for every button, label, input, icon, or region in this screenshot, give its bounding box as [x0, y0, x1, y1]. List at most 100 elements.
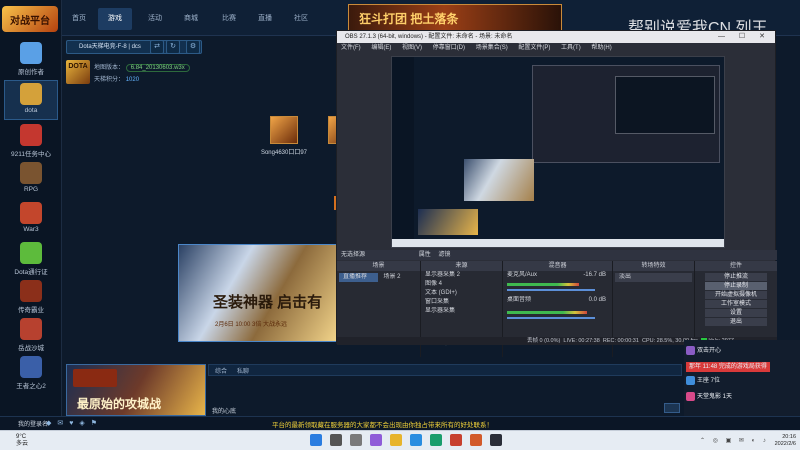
game-ad-banner[interactable]: 圣装神器 启击有 2月6日 10:00 3倍 大战永远	[178, 244, 338, 342]
chat-message: 天堂鬼影 1天	[686, 392, 732, 402]
volume-slider[interactable]	[507, 317, 595, 319]
tab-matches[interactable]: 比赛	[212, 8, 246, 30]
settings-icon[interactable]: ⚙	[186, 40, 200, 54]
source-item[interactable]: 显示器采集 2	[421, 271, 502, 280]
menu-help[interactable]: 帮助(H)	[591, 45, 611, 51]
studio-mode-button[interactable]: 工作室模式	[705, 300, 767, 308]
quick-actions-icon[interactable]: ◆✉♥◈⚑	[46, 419, 103, 427]
obs-title: OBS 27.1.3 (64-bit, windows) - 配置文件: 未命名…	[345, 34, 513, 40]
source-item[interactable]: 文本 (GDI+)	[421, 289, 502, 298]
settings-button[interactable]: 设置	[705, 309, 767, 317]
window-controls[interactable]: — ☐ ✕	[718, 31, 771, 43]
tab-community[interactable]: 社区	[284, 8, 318, 30]
game-platform-icon[interactable]	[450, 434, 462, 446]
clock[interactable]: 20:16 2022/2/6	[775, 434, 796, 448]
chat-send-button[interactable]	[664, 403, 680, 413]
search-icon[interactable]	[330, 434, 342, 446]
obs-preview[interactable]	[391, 56, 725, 248]
game-icon[interactable]	[470, 434, 482, 446]
sources-title: 来源	[421, 261, 502, 271]
exit-button[interactable]: 退出	[705, 318, 767, 326]
sidebar-item-task-center[interactable]: 9211任务中心	[4, 122, 58, 162]
clock-time: 20:16	[782, 434, 796, 440]
sidebar-item-king-heart[interactable]: 王者之心2	[4, 354, 58, 394]
message-text: 双击开心	[697, 348, 722, 355]
obs-icon[interactable]	[490, 434, 502, 446]
siege-ad-banner[interactable]: 最原始的攻城战	[66, 364, 206, 416]
tab-home[interactable]: 首页	[62, 8, 96, 30]
message-text: 天堂鬼影 1天	[697, 394, 733, 401]
sidebar-item-war3[interactable]: War3	[4, 200, 58, 240]
edge-icon[interactable]	[410, 434, 422, 446]
stop-recording-button[interactable]: 停止录制	[705, 282, 767, 290]
obs-titlebar: OBS 27.1.3 (64-bit, windows) - 配置文件: 未命名…	[337, 31, 775, 43]
message-text: 王座 7位	[697, 378, 721, 385]
preview-taskbar	[392, 239, 724, 247]
task-view-icon[interactable]	[350, 434, 362, 446]
start-icon[interactable]	[310, 434, 322, 446]
refresh-icon[interactable]: ↻	[166, 40, 180, 54]
chat-input[interactable]: 我的心底	[212, 406, 236, 415]
user-avatar	[686, 392, 695, 401]
store-icon[interactable]	[430, 434, 442, 446]
menu-docks[interactable]: 停靠窗口(D)	[433, 45, 465, 51]
tab-events[interactable]: 活动	[138, 8, 172, 30]
chat-app-icon[interactable]	[370, 434, 382, 446]
weather-text: 多云	[16, 441, 29, 447]
sidebar-item-rpg[interactable]: RPG	[4, 160, 58, 200]
virtual-camera-button[interactable]: 开始虚拟摄像机	[705, 291, 767, 299]
volume-slider[interactable]	[507, 289, 595, 291]
menu-view[interactable]: 视图(V)	[402, 45, 422, 51]
sidebar-item-label: War3	[23, 226, 39, 233]
source-item[interactable]: 图像 4	[421, 280, 502, 289]
sidebar-item-label: dota	[24, 107, 38, 114]
king-heart-icon	[20, 356, 42, 378]
weather-temp: 9°C	[16, 434, 27, 440]
menu-file[interactable]: 文件(F)	[341, 45, 361, 51]
obs-window: OBS 27.1.3 (64-bit, windows) - 配置文件: 未命名…	[336, 30, 777, 357]
sidebar-item-dota-pass[interactable]: Dota通行证	[4, 240, 58, 280]
scene-item[interactable]: 直播推荐	[339, 273, 378, 282]
player-slot[interactable]: Song4630口口97	[260, 116, 308, 156]
menu-tools[interactable]: 工具(T)	[561, 45, 581, 51]
tab-store[interactable]: 商城	[174, 8, 208, 30]
swap-icon[interactable]: ⇄	[150, 40, 164, 54]
menu-edit[interactable]: 编辑(E)	[371, 45, 391, 51]
chat-message: 双击开心	[686, 346, 721, 356]
obs-docks: 场景 直播推荐 场景 2 +−⌃⌄ 来源 显示器采集 2 图像 4 文本 (GD…	[337, 261, 777, 357]
sidebar-item-siege[interactable]: 岳战沙城	[4, 316, 58, 356]
sidebar-item-legend[interactable]: 传奇霸业	[4, 278, 58, 318]
preview-nested-window-inner	[615, 76, 715, 134]
audio-meter	[507, 311, 587, 314]
score-label: 天梯积分：	[94, 77, 125, 83]
transition-select[interactable]: 淡出	[615, 273, 692, 282]
stop-streaming-button[interactable]: 停止推流	[705, 273, 767, 281]
system-tray-icons[interactable]: ⌃ ◎ ▣ ✉ ◐ ♪	[700, 437, 769, 444]
announcement-text: 平台的最新领取藏在服务器的大家都不会出现由你独占带来所有的好处联系！	[272, 422, 493, 429]
sidebar-item-author[interactable]: 原创作者	[4, 40, 58, 80]
menu-profile[interactable]: 配置文件(P)	[518, 45, 550, 51]
rpg-icon	[20, 162, 42, 184]
tab-private-chat[interactable]: 私聊	[237, 366, 249, 375]
properties-button[interactable]: 属性	[419, 252, 431, 258]
weather-widget[interactable]: 9°C 多云	[16, 434, 28, 448]
filters-button[interactable]: 滤镜	[438, 252, 450, 258]
map-version-label: 地图版本：	[94, 65, 125, 71]
source-item[interactable]: 窗口采集	[421, 298, 502, 307]
map-version-value[interactable]: 6.84_20130603.w3x	[125, 64, 190, 72]
tab-live[interactable]: 直播	[248, 8, 282, 30]
ad-title: 最原始的攻城战	[77, 397, 162, 411]
room-tab[interactable]: Dota天梯电竞-F-8 | dcs	[66, 40, 202, 54]
sidebar-item-dota[interactable]: dota	[4, 80, 58, 120]
scene-item[interactable]: 场景 2	[380, 273, 419, 282]
tab-general-chat[interactable]: 综合	[215, 366, 227, 375]
live-timer: LIVE: 00:27:38	[563, 338, 600, 344]
tab-games[interactable]: 游戏	[98, 8, 132, 30]
ad-logo	[73, 369, 117, 387]
channel-db: -16.7 dB	[583, 272, 606, 278]
current-user[interactable]: 我的登录名	[18, 419, 48, 428]
menu-scene-collection[interactable]: 场景集合(S)	[476, 45, 508, 51]
platform-logo[interactable]: 对战平台	[2, 6, 58, 32]
file-explorer-icon[interactable]	[390, 434, 402, 446]
source-item[interactable]: 显示器采集	[421, 307, 502, 316]
